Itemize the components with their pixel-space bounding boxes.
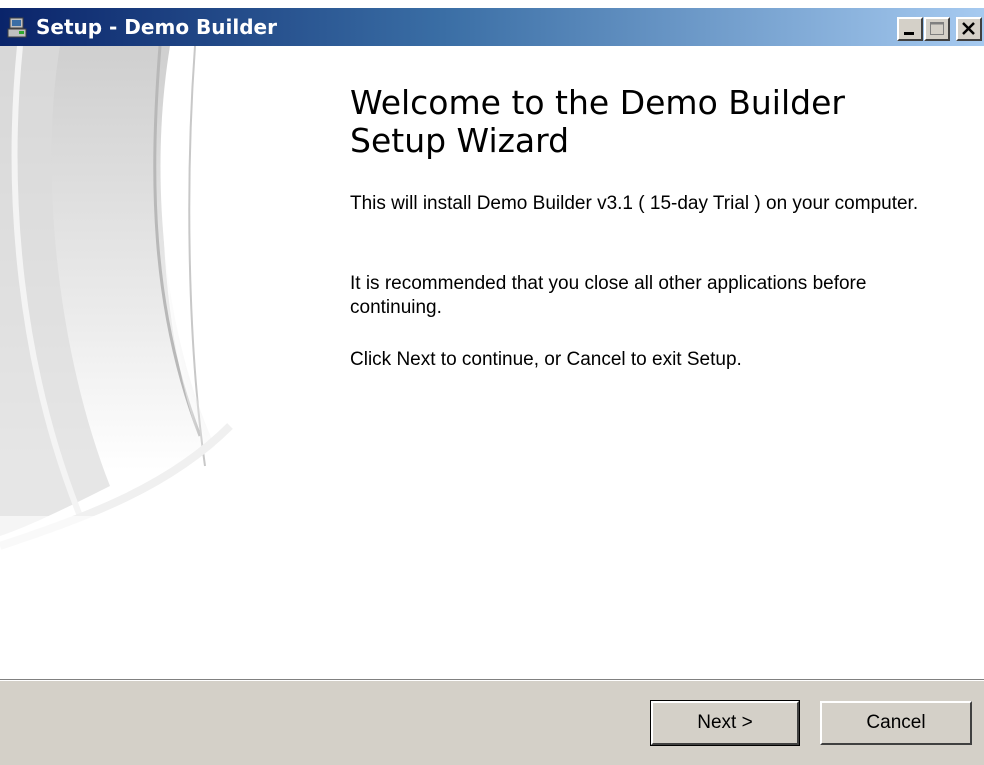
close-button[interactable] [956, 17, 982, 41]
maximize-icon [930, 22, 944, 35]
wizard-side-graphic [0, 46, 320, 679]
cancel-button[interactable]: Cancel [820, 701, 972, 745]
setup-installer-icon[interactable] [7, 17, 29, 39]
install-description: This will install Demo Builder v3.1 ( 15… [350, 193, 919, 214]
wizard-footer: Next > Cancel [0, 681, 984, 765]
close-icon [962, 22, 975, 35]
welcome-heading: Welcome to the Demo Builder Setup Wizard [350, 83, 845, 160]
minimize-button[interactable] [897, 17, 923, 41]
window-title: Setup - Demo Builder [36, 15, 277, 39]
maximize-button[interactable] [924, 17, 950, 41]
close-apps-recommendation: It is recommended that you close all oth… [350, 273, 867, 318]
wizard-content: Welcome to the Demo Builder Setup Wizard… [0, 46, 984, 679]
minimize-icon [904, 32, 914, 35]
title-bar[interactable]: Setup - Demo Builder [0, 8, 984, 46]
setup-wizard-window: Setup - Demo Builder Welcome to the Demo… [0, 0, 984, 765]
next-button[interactable]: Next > [650, 700, 800, 746]
next-cancel-instructions: Click Next to continue, or Cancel to exi… [350, 349, 742, 370]
